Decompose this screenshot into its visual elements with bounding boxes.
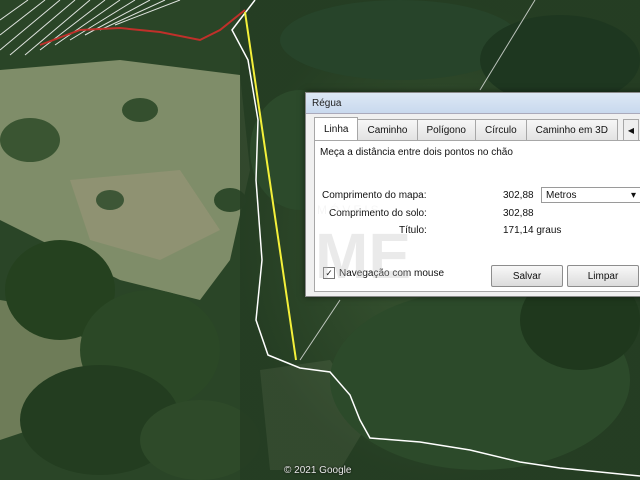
- tab-panel: Meça a distância entre dois pontos no ch…: [314, 140, 640, 292]
- tab-caminho-3d[interactable]: Caminho em 3D: [525, 119, 618, 140]
- tab-circulo[interactable]: Círculo: [474, 119, 527, 140]
- tab-scroll-left-icon[interactable]: ◀: [622, 119, 639, 141]
- save-button[interactable]: Salvar: [491, 265, 563, 287]
- mouse-navigation-label: Navegação com mouse: [339, 267, 445, 279]
- clear-button[interactable]: Limpar: [567, 265, 639, 287]
- tab-linha[interactable]: Linha: [314, 117, 359, 140]
- ruler-dialog: Régua Linha Caminho Polígono Círculo Cam…: [305, 92, 640, 297]
- heading-label: Título:: [399, 225, 427, 236]
- description-text: Meça a distância entre dois pontos no ch…: [320, 147, 513, 158]
- ground-length-value: 302,88: [503, 208, 534, 219]
- map-length-value: 302,88: [503, 190, 534, 201]
- tab-caminho[interactable]: Caminho: [357, 119, 418, 140]
- heading-value: 171,14 graus: [503, 225, 562, 236]
- mouse-navigation-checkbox[interactable]: ✓ Navegação com mouse: [323, 267, 444, 279]
- dialog-title: Régua: [312, 97, 342, 109]
- tab-bar: Linha Caminho Polígono Círculo Caminho e…: [314, 117, 639, 141]
- ground-length-label: Comprimento do solo:: [329, 208, 427, 219]
- chevron-down-icon: ▾: [630, 189, 636, 201]
- map-length-label: Comprimento do mapa:: [322, 190, 427, 201]
- unit-select[interactable]: Metros ▾: [541, 187, 640, 203]
- map-attribution: © 2021 Google: [284, 465, 352, 476]
- dialog-titlebar[interactable]: Régua: [306, 93, 640, 114]
- unit-select-value: Metros: [546, 189, 577, 201]
- checkbox-check-icon[interactable]: ✓: [323, 267, 335, 279]
- tab-poligono[interactable]: Polígono: [416, 119, 476, 140]
